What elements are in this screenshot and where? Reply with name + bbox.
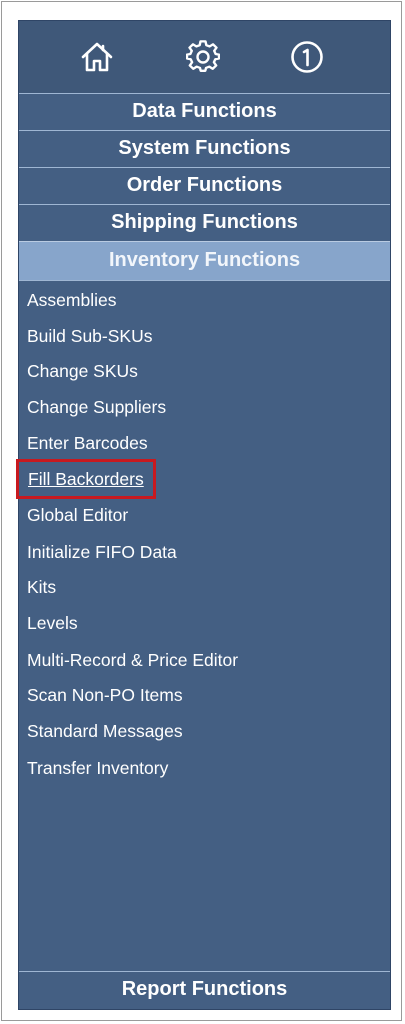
menu-item-multi-record-price-editor[interactable]: Multi-Record & Price Editor bbox=[27, 647, 238, 673]
menu-item-levels[interactable]: Levels bbox=[27, 610, 78, 636]
section-system-functions[interactable]: System Functions bbox=[19, 130, 390, 166]
section-shipping-functions[interactable]: Shipping Functions bbox=[19, 204, 390, 240]
menu-item-assemblies[interactable]: Assemblies bbox=[27, 287, 116, 313]
menu-item-enter-barcodes[interactable]: Enter Barcodes bbox=[27, 430, 148, 456]
menu-item-kits[interactable]: Kits bbox=[27, 574, 56, 600]
section-inventory-functions[interactable]: Inventory Functions bbox=[19, 241, 390, 281]
menu-item-change-skus[interactable]: Change SKUs bbox=[27, 358, 138, 384]
menu-item-scan-non-po-items[interactable]: Scan Non-PO Items bbox=[27, 682, 183, 708]
section-report-functions[interactable]: Report Functions bbox=[19, 971, 390, 1009]
menu-item-build-sub-skus[interactable]: Build Sub-SKUs bbox=[27, 323, 152, 349]
menu-item-change-suppliers[interactable]: Change Suppliers bbox=[27, 394, 166, 420]
info-icon[interactable] bbox=[289, 39, 325, 75]
menu-item-global-editor[interactable]: Global Editor bbox=[27, 502, 128, 528]
window-frame: Data Functions System Functions Order Fu… bbox=[1, 1, 402, 1021]
icon-toolbar bbox=[19, 21, 390, 93]
section-data-functions[interactable]: Data Functions bbox=[19, 93, 390, 129]
menu-item-standard-messages[interactable]: Standard Messages bbox=[27, 718, 183, 744]
home-icon[interactable] bbox=[79, 39, 115, 75]
menu-item-fill-backorders[interactable]: Fill Backorders bbox=[16, 459, 156, 499]
section-order-functions[interactable]: Order Functions bbox=[19, 167, 390, 203]
gear-icon[interactable] bbox=[185, 39, 221, 75]
menu-item-transfer-inventory[interactable]: Transfer Inventory bbox=[27, 755, 168, 781]
navigation-panel: Data Functions System Functions Order Fu… bbox=[16, 20, 391, 1010]
menu-item-initialize-fifo-data[interactable]: Initialize FIFO Data bbox=[27, 539, 177, 565]
